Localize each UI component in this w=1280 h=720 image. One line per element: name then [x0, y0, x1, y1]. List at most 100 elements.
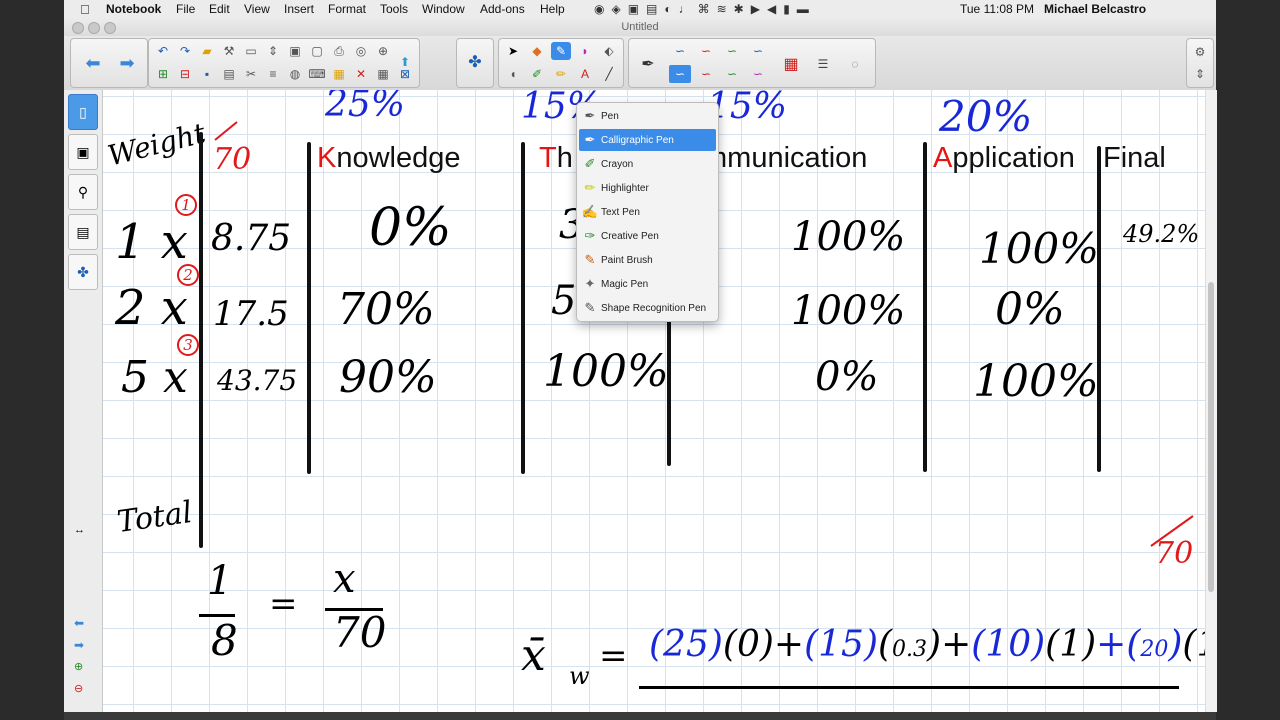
menu-tools[interactable]: Tools — [380, 2, 408, 16]
screen-icon[interactable]: ▭ — [241, 42, 261, 60]
attachments-icon[interactable]: ⚲ — [68, 174, 98, 210]
pen-option-calligraphic[interactable]: ✒ Calligraphic Pen — [579, 129, 716, 151]
redo-icon[interactable]: ↷ — [175, 42, 195, 60]
row-2-communication: 100% — [791, 288, 906, 334]
share-icon[interactable]: ◍ — [285, 65, 305, 83]
globe-icon[interactable]: ⊕ — [373, 42, 393, 60]
menu-window[interactable]: Window — [422, 2, 465, 16]
undo-icon[interactable]: ↶ — [153, 42, 173, 60]
addons-group: ✤ — [456, 38, 494, 88]
expand-panel-icon[interactable]: ↔ — [74, 524, 85, 536]
clear-icon[interactable]: ✕ — [351, 65, 371, 83]
text-icon[interactable]: A — [575, 65, 595, 83]
fraction-equals: = — [269, 584, 298, 624]
line-style-selected-icon[interactable]: ∽ — [669, 65, 691, 83]
total-label: Total — [114, 494, 195, 541]
menu-help[interactable]: Help — [540, 2, 565, 16]
color-palette-icon[interactable]: ▦ — [779, 53, 803, 75]
display-icon[interactable]: ▢ — [307, 42, 327, 60]
page-sorter-icon[interactable]: ▯ — [68, 94, 98, 130]
pen-option-text-pen[interactable]: ✍ Text Pen — [579, 201, 716, 223]
select-arrow-icon[interactable]: ➤ — [503, 42, 523, 60]
table-icon[interactable]: ▦ — [373, 65, 393, 83]
line-style-green2-icon[interactable]: ∽ — [721, 65, 743, 83]
upload-icon[interactable]: ⬆ — [395, 53, 415, 71]
monitor-icon[interactable]: ▣ — [285, 42, 305, 60]
settings-gear-icon[interactable]: ⚙ — [1190, 43, 1210, 61]
pen-type-icon[interactable]: ✒ — [635, 53, 661, 75]
highlighter-icon[interactable]: ✏ — [551, 65, 571, 83]
properties-tab-icon[interactable]: ▤ — [68, 214, 98, 250]
vertical-scrollbar[interactable] — [1205, 90, 1217, 712]
creative-pen-icon[interactable]: ✐ — [527, 65, 547, 83]
print-icon[interactable]: ⎙ — [329, 42, 349, 60]
app-menu[interactable]: Notebook — [106, 2, 161, 16]
capture-icon[interactable]: ▤ — [219, 65, 239, 83]
eraser-icon[interactable]: ◗ — [575, 42, 595, 60]
toolbar-position-icon[interactable]: ⇕ — [1190, 65, 1210, 83]
addons-tab-icon[interactable]: ✤ — [68, 254, 98, 290]
keyboard-icon[interactable]: ⌨ — [307, 65, 327, 83]
properties-icon[interactable]: ≡ — [263, 65, 283, 83]
shapes-icon[interactable]: ◆ — [527, 42, 547, 60]
menu-format[interactable]: Format — [328, 2, 366, 16]
creative-pen-icon: ✑ — [584, 228, 596, 243]
line-style-purple-icon[interactable]: ∽ — [747, 65, 769, 83]
menu-addons[interactable]: Add-ons — [480, 2, 525, 16]
weighted-mean-symbol: x̄ — [521, 630, 546, 681]
menu-edit[interactable]: Edit — [209, 2, 230, 16]
pen-option-paint-brush[interactable]: ✎ Paint Brush — [579, 249, 716, 271]
formula-bar — [639, 686, 1179, 689]
menu-view[interactable]: View — [244, 2, 270, 16]
header-communication: mmunication — [703, 142, 868, 174]
abc-icon[interactable]: ▦ — [329, 65, 349, 83]
fill-icon[interactable]: ⬖ — [599, 42, 619, 60]
back-arrow-icon[interactable]: ⬅ — [81, 53, 105, 73]
menu-file[interactable]: File — [176, 2, 195, 16]
tools-icon[interactable]: ⚒ — [219, 42, 239, 60]
pen-option-creative-pen[interactable]: ✑ Creative Pen — [579, 225, 716, 247]
document-camera-icon[interactable]: ✂ — [241, 65, 261, 83]
forward-arrow-icon[interactable]: ➡ — [115, 53, 139, 73]
user-name[interactable]: Michael Belcastro — [1044, 2, 1146, 16]
row-3-score: 43.75 — [217, 364, 298, 397]
save-icon[interactable]: ▪ — [197, 65, 217, 83]
crayon-icon: ✐ — [584, 156, 596, 171]
line-style-red-icon[interactable]: ∽ — [695, 42, 717, 60]
fill-effects-icon[interactable]: ◌ — [843, 53, 867, 75]
eraser-tool-icon[interactable]: ◖ — [503, 65, 523, 83]
pen-option-magic-pen[interactable]: ✦ Magic Pen — [579, 273, 716, 295]
line-icon[interactable]: ╱ — [599, 65, 619, 83]
pen-tool-icon[interactable]: ✎ — [551, 42, 571, 60]
out-of-bottom: 70 — [1155, 536, 1194, 571]
camera-icon[interactable]: ◎ — [351, 42, 371, 60]
status-icons[interactable]: ◉◈▣▤◐♩⌘≋✱▶◀▮▬ — [594, 2, 816, 16]
gallery-icon[interactable]: ▣ — [68, 134, 98, 170]
remove-page-small-icon[interactable]: ⊖ — [74, 682, 83, 695]
pen-option-pen[interactable]: ✒ Pen — [579, 105, 716, 127]
pen-option-crayon[interactable]: ✐ Crayon — [579, 153, 716, 175]
row-3-weight: 5 x — [121, 352, 188, 403]
prev-page-icon[interactable]: ⬅ — [74, 616, 84, 630]
scroll-thumb[interactable] — [1208, 282, 1214, 592]
apple-menu-icon[interactable]:  — [80, 2, 90, 17]
line-style-black-icon[interactable]: ∽ — [669, 42, 691, 60]
line-style-green-icon[interactable]: ∽ — [721, 42, 743, 60]
menu-insert[interactable]: Insert — [284, 2, 314, 16]
add-page-icon[interactable]: ⊞ — [153, 65, 173, 83]
line-style-red2-icon[interactable]: ∽ — [695, 65, 717, 83]
pen-option-shape-recognition[interactable]: ✎ Shape Recognition Pen — [579, 297, 716, 319]
nav-group: ⬅ ➡ — [70, 38, 148, 88]
line-style-blue-icon[interactable]: ∽ — [747, 42, 769, 60]
delete-page-icon[interactable]: ⊟ — [175, 65, 195, 83]
clock[interactable]: Tue 11:08 PM — [960, 2, 1034, 16]
open-folder-icon[interactable]: ▰ — [197, 42, 217, 60]
row-1-score: 8.75 — [211, 218, 292, 259]
resize-icon[interactable]: ⇕ — [263, 42, 283, 60]
pen-option-highlighter[interactable]: ✏ Highlighter — [579, 177, 716, 199]
line-width-icon[interactable]: ☰ — [811, 53, 835, 75]
puzzle-icon[interactable]: ✤ — [465, 53, 485, 71]
next-page-icon[interactable]: ➡ — [74, 638, 84, 652]
add-page-small-icon[interactable]: ⊕ — [74, 660, 83, 673]
row-1-weight: 1 x — [115, 214, 188, 270]
